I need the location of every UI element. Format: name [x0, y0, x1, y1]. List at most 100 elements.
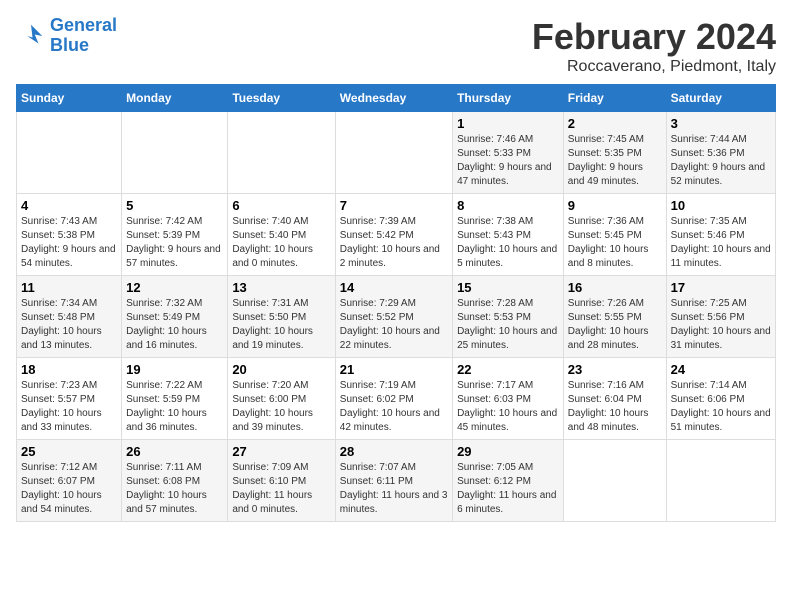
day-info: Sunrise: 7:43 AMSunset: 5:38 PMDaylight:… — [21, 215, 117, 271]
day-info: Sunrise: 7:46 AMSunset: 5:33 PMDaylight:… — [457, 133, 559, 189]
calendar-cell: 12 Sunrise: 7:32 AMSunset: 5:49 PMDayligh… — [122, 276, 228, 358]
day-info: Sunrise: 7:39 AMSunset: 5:42 PMDaylight:… — [340, 215, 448, 271]
calendar-cell: 2Sunrise: 7:45 AMSunset: 5:35 PMDaylight… — [563, 112, 666, 194]
weekday-tuesday: Tuesday — [228, 85, 335, 112]
day-info: Sunrise: 7:20 AMSunset: 6:00 PMDaylight:… — [232, 379, 330, 435]
calendar-cell: 20Sunrise: 7:20 AMSunset: 6:00 PMDayligh… — [228, 358, 335, 440]
day-info: Sunrise: 7:25 AMSunset: 5:56 PMDaylight:… — [671, 297, 771, 353]
day-number: 24 — [671, 362, 771, 377]
day-info: Sunrise: 7:42 AMSunset: 5:39 PMDaylight:… — [126, 215, 223, 271]
calendar-cell: 15 Sunrise: 7:28 AMSunset: 5:53 PMDayligh… — [453, 276, 564, 358]
day-info: Sunrise: 7:12 AMSunset: 6:07 PMDaylight:… — [21, 461, 117, 517]
weekday-monday: Monday — [122, 85, 228, 112]
calendar-title: February 2024 — [532, 16, 776, 58]
calendar-table: SundayMondayTuesdayWednesdayThursdayFrid… — [16, 84, 776, 522]
day-number: 12 — [126, 280, 223, 295]
calendar-cell: 6 Sunrise: 7:40 AMSunset: 5:40 PMDaylight… — [228, 194, 335, 276]
day-number: 13 — [232, 280, 330, 295]
day-number: 17 — [671, 280, 771, 295]
logo-blue: Blue — [50, 35, 89, 55]
calendar-week-2: 4 Sunrise: 7:43 AMSunset: 5:38 PMDaylight… — [17, 194, 776, 276]
calendar-cell: 19 Sunrise: 7:22 AMSunset: 5:59 PMDayligh… — [122, 358, 228, 440]
calendar-cell: 7 Sunrise: 7:39 AMSunset: 5:42 PMDaylight… — [335, 194, 452, 276]
day-number: 7 — [340, 198, 448, 213]
day-number: 8 — [457, 198, 559, 213]
day-number: 27 — [232, 444, 330, 459]
title-block: February 2024 Roccaverano, Piedmont, Ita… — [532, 16, 776, 76]
calendar-cell: 13 Sunrise: 7:31 AMSunset: 5:50 PMDayligh… — [228, 276, 335, 358]
day-info: Sunrise: 7:28 AMSunset: 5:53 PMDaylight:… — [457, 297, 559, 353]
day-info: Sunrise: 7:05 AMSunset: 6:12 PMDaylight:… — [457, 461, 559, 517]
day-number: 19 — [126, 362, 223, 377]
day-info: Sunrise: 7:26 AMSunset: 5:55 PMDaylight:… — [568, 297, 662, 353]
day-number: 16 — [568, 280, 662, 295]
day-info: Sunrise: 7:07 AMSunset: 6:11 PMDaylight:… — [340, 461, 448, 517]
logo-general: General — [50, 15, 117, 35]
day-number: 6 — [232, 198, 330, 213]
page-header: General Blue February 2024 Roccaverano, … — [16, 16, 776, 76]
day-number: 28 — [340, 444, 448, 459]
day-info: Sunrise: 7:32 AMSunset: 5:49 PMDaylight:… — [126, 297, 223, 353]
calendar-cell: 1 Sunrise: 7:46 AMSunset: 5:33 PMDaylight… — [453, 112, 564, 194]
calendar-cell: 21 Sunrise: 7:19 AMSunset: 6:02 PMDayligh… — [335, 358, 452, 440]
calendar-cell: 9 Sunrise: 7:36 AMSunset: 5:45 PMDaylight… — [563, 194, 666, 276]
day-number: 2 — [568, 116, 662, 131]
day-info: Sunrise: 7:19 AMSunset: 6:02 PMDaylight:… — [340, 379, 448, 435]
calendar-cell — [563, 440, 666, 522]
day-number: 21 — [340, 362, 448, 377]
day-info: Sunrise: 7:44 AMSunset: 5:36 PMDaylight:… — [671, 133, 771, 189]
calendar-cell: 3Sunrise: 7:44 AMSunset: 5:36 PMDaylight… — [666, 112, 775, 194]
calendar-cell: 24 Sunrise: 7:14 AMSunset: 6:06 PMDayligh… — [666, 358, 775, 440]
day-number: 14 — [340, 280, 448, 295]
weekday-friday: Friday — [563, 85, 666, 112]
day-number: 9 — [568, 198, 662, 213]
day-number: 29 — [457, 444, 559, 459]
weekday-saturday: Saturday — [666, 85, 775, 112]
day-info: Sunrise: 7:34 AMSunset: 5:48 PMDaylight:… — [21, 297, 117, 353]
day-number: 18 — [21, 362, 117, 377]
calendar-week-1: 1 Sunrise: 7:46 AMSunset: 5:33 PMDaylight… — [17, 112, 776, 194]
day-number: 11 — [21, 280, 117, 295]
day-number: 1 — [457, 116, 559, 131]
day-info: Sunrise: 7:38 AMSunset: 5:43 PMDaylight:… — [457, 215, 559, 271]
calendar-header: SundayMondayTuesdayWednesdayThursdayFrid… — [17, 85, 776, 112]
calendar-cell: 27Sunrise: 7:09 AMSunset: 6:10 PMDayligh… — [228, 440, 335, 522]
logo: General Blue — [16, 16, 117, 56]
weekday-wednesday: Wednesday — [335, 85, 452, 112]
calendar-week-3: 11 Sunrise: 7:34 AMSunset: 5:48 PMDayligh… — [17, 276, 776, 358]
day-info: Sunrise: 7:40 AMSunset: 5:40 PMDaylight:… — [232, 215, 330, 271]
calendar-subtitle: Roccaverano, Piedmont, Italy — [532, 58, 776, 76]
logo-icon — [16, 21, 46, 51]
calendar-cell: 26 Sunrise: 7:11 AMSunset: 6:08 PMDayligh… — [122, 440, 228, 522]
calendar-cell: 22Sunrise: 7:17 AMSunset: 6:03 PMDayligh… — [453, 358, 564, 440]
calendar-cell: 11 Sunrise: 7:34 AMSunset: 5:48 PMDayligh… — [17, 276, 122, 358]
day-info: Sunrise: 7:22 AMSunset: 5:59 PMDaylight:… — [126, 379, 223, 435]
calendar-cell: 14Sunrise: 7:29 AMSunset: 5:52 PMDayligh… — [335, 276, 452, 358]
weekday-header-row: SundayMondayTuesdayWednesdayThursdayFrid… — [17, 85, 776, 112]
day-info: Sunrise: 7:23 AMSunset: 5:57 PMDaylight:… — [21, 379, 117, 435]
day-info: Sunrise: 7:35 AMSunset: 5:46 PMDaylight:… — [671, 215, 771, 271]
calendar-cell: 18 Sunrise: 7:23 AMSunset: 5:57 PMDayligh… — [17, 358, 122, 440]
calendar-cell — [228, 112, 335, 194]
day-number: 26 — [126, 444, 223, 459]
calendar-body: 1 Sunrise: 7:46 AMSunset: 5:33 PMDaylight… — [17, 112, 776, 522]
day-number: 15 — [457, 280, 559, 295]
day-info: Sunrise: 7:36 AMSunset: 5:45 PMDaylight:… — [568, 215, 662, 271]
day-info: Sunrise: 7:31 AMSunset: 5:50 PMDaylight:… — [232, 297, 330, 353]
day-info: Sunrise: 7:11 AMSunset: 6:08 PMDaylight:… — [126, 461, 223, 517]
day-number: 23 — [568, 362, 662, 377]
calendar-cell: 29 Sunrise: 7:05 AMSunset: 6:12 PMDayligh… — [453, 440, 564, 522]
day-number: 10 — [671, 198, 771, 213]
calendar-cell: 17 Sunrise: 7:25 AMSunset: 5:56 PMDayligh… — [666, 276, 775, 358]
calendar-cell — [666, 440, 775, 522]
calendar-cell: 4 Sunrise: 7:43 AMSunset: 5:38 PMDaylight… — [17, 194, 122, 276]
weekday-thursday: Thursday — [453, 85, 564, 112]
calendar-cell: 5Sunrise: 7:42 AMSunset: 5:39 PMDaylight… — [122, 194, 228, 276]
day-info: Sunrise: 7:16 AMSunset: 6:04 PMDaylight:… — [568, 379, 662, 435]
calendar-cell: 25Sunrise: 7:12 AMSunset: 6:07 PMDayligh… — [17, 440, 122, 522]
calendar-cell: 23 Sunrise: 7:16 AMSunset: 6:04 PMDayligh… — [563, 358, 666, 440]
weekday-sunday: Sunday — [17, 85, 122, 112]
day-info: Sunrise: 7:14 AMSunset: 6:06 PMDaylight:… — [671, 379, 771, 435]
day-number: 4 — [21, 198, 117, 213]
day-info: Sunrise: 7:17 AMSunset: 6:03 PMDaylight:… — [457, 379, 559, 435]
